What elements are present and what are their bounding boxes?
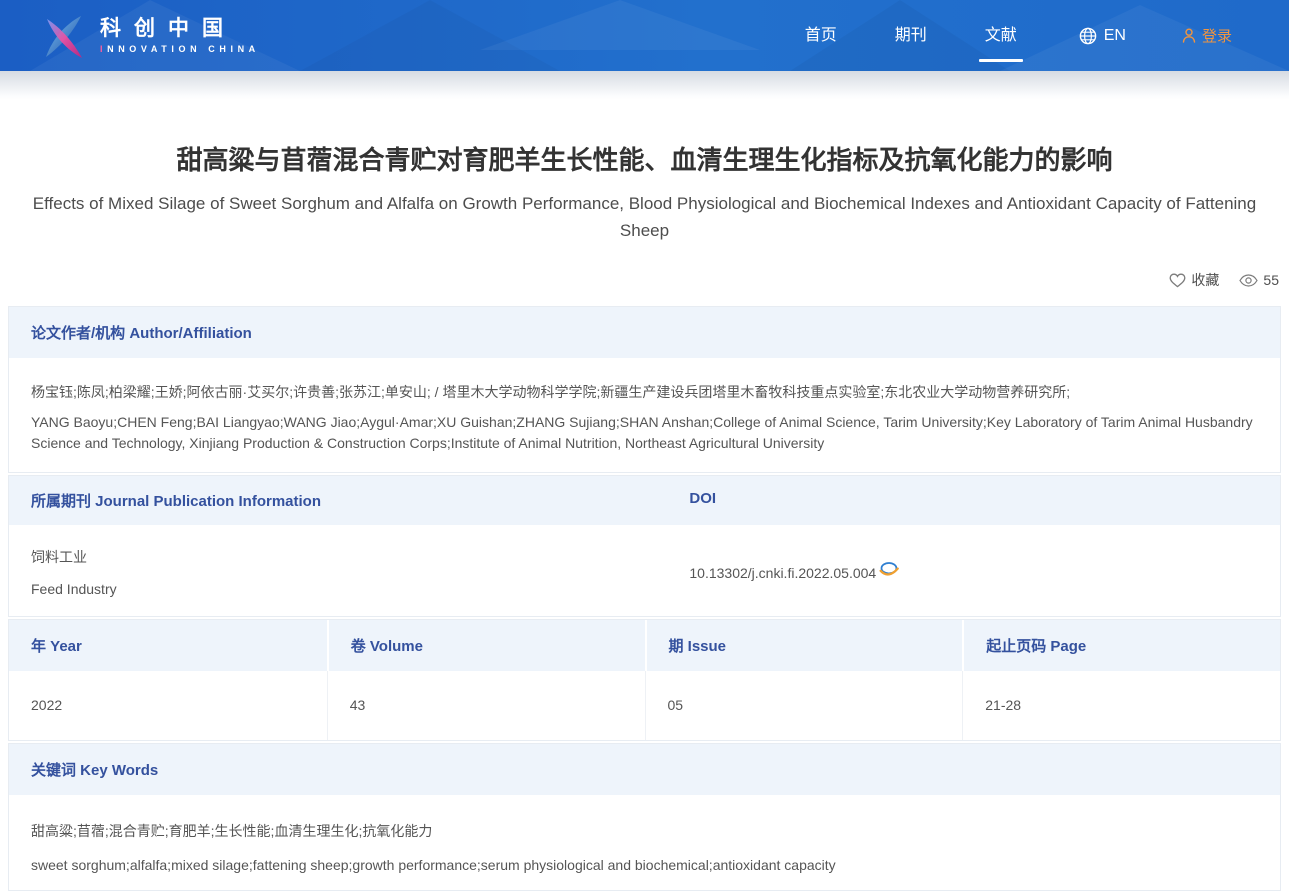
logo-text-en: INNOVATION CHINA [100,44,260,54]
section-authors: 论文作者/机构 Author/Affiliation 杨宝钰;陈凤;柏梁耀;王娇… [8,306,1281,473]
page-value: 21-28 [962,671,1280,740]
year-value: 2022 [9,671,327,740]
user-icon [1182,28,1196,43]
eye-icon [1239,274,1258,287]
authors-affiliation-en: YANG Baoyu;CHEN Feng;BAI Liangyao;WANG J… [31,412,1258,454]
journal-name-cell: 饲料工业 Feed Industry [9,547,667,599]
heart-icon [1169,273,1186,288]
language-label: EN [1104,27,1126,45]
page-header-label: 起止页码 Page [962,620,1280,671]
article-title-en: Effects of Mixed Silage of Sweet Sorghum… [27,190,1262,244]
journal-section-header: 所属期刊 Journal Publication Information DOI [9,475,1280,525]
article-detail-content: 论文作者/机构 Author/Affiliation 杨宝钰;陈凤;柏梁耀;王娇… [0,306,1289,891]
section-journal: 所属期刊 Journal Publication Information DOI… [8,475,1281,617]
doi-value-cell: 10.13302/j.cnki.fi.2022.05.004 [667,547,1280,599]
header-shadow-strip [0,71,1289,100]
keywords-cn: 甜高粱;苜蓿;混合青贮;育肥羊;生长性能;血清生理生化;抗氧化能力 [31,821,1258,841]
doi-header-label: DOI [667,476,1280,525]
section-keywords: 关键词 Key Words 甜高粱;苜蓿;混合青贮;育肥羊;生长性能;血清生理生… [8,743,1281,891]
keywords-en: sweet sorghum;alfalfa;mixed silage;fatte… [31,855,1258,875]
nav-item-journal[interactable]: 期刊 [895,25,927,47]
issue-header-label: 期 Issue [645,620,963,671]
article-meta-row: 收藏 55 [10,270,1279,290]
nav-item-home[interactable]: 首页 [805,25,837,47]
journal-section-body: 饲料工业 Feed Industry 10.13302/j.cnki.fi.20… [9,525,1280,616]
logo-text: 科创中国 INNOVATION CHINA [100,18,260,54]
journal-header-label: 所属期刊 Journal Publication Information [9,476,667,525]
logo-mark-icon [40,12,88,60]
journal-name-cn: 饲料工业 [31,547,649,567]
issue-value: 05 [645,671,963,740]
section-publication-info: 年 Year 卷 Volume 期 Issue 起止页码 Page 2022 4… [8,619,1281,741]
volume-header-label: 卷 Volume [327,620,645,671]
globe-icon [1079,27,1097,45]
authors-section-header: 论文作者/机构 Author/Affiliation [9,306,1280,358]
publication-header-row: 年 Year 卷 Volume 期 Issue 起止页码 Page [9,619,1280,671]
favorite-button[interactable]: 收藏 [1169,270,1219,290]
logo-text-cn: 科创中国 [100,18,260,40]
language-switch[interactable]: EN [1079,27,1126,45]
publication-value-row: 2022 43 05 21-28 [9,671,1280,740]
top-navbar: 科创中国 INNOVATION CHINA 首页 期刊 文献 EN 登录 [0,0,1289,71]
favorite-label: 收藏 [1191,270,1219,290]
keywords-section-header: 关键词 Key Words [9,743,1280,795]
journal-name-en: Feed Industry [31,579,649,599]
cnki-source-icon[interactable] [878,561,899,578]
authors-affiliation-cn: 杨宝钰;陈凤;柏梁耀;王娇;阿依古丽·艾买尔;许贵善;张苏江;单安山; / 塔里… [31,382,1258,402]
article-title-cn: 甜高粱与苜蓿混合青贮对育肥羊生长性能、血清生理生化指标及抗氧化能力的影响 [30,142,1259,178]
authors-section-body: 杨宝钰;陈凤;柏梁耀;王娇;阿依古丽·艾买尔;许贵善;张苏江;单安山; / 塔里… [9,358,1280,472]
login-button[interactable]: 登录 [1182,25,1232,46]
innovation-china-logo[interactable]: 科创中国 INNOVATION CHINA [40,12,260,60]
login-label: 登录 [1202,25,1232,46]
nav-item-literature[interactable]: 文献 [985,25,1017,47]
volume-value: 43 [327,671,645,740]
year-header-label: 年 Year [9,620,327,671]
view-count: 55 [1239,272,1279,288]
keywords-section-body: 甜高粱;苜蓿;混合青贮;育肥羊;生长性能;血清生理生化;抗氧化能力 sweet … [9,795,1280,890]
doi-value: 10.13302/j.cnki.fi.2022.05.004 [689,563,876,583]
nav-menu: 首页 期刊 文献 EN 登录 [747,25,1232,47]
view-count-value: 55 [1263,272,1279,288]
